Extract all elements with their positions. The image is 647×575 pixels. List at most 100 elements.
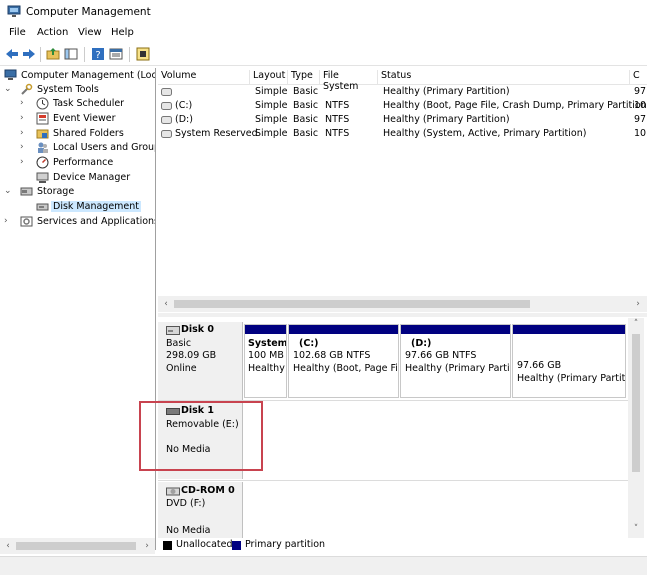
column-header-volume[interactable]: Volume [158,70,250,84]
scroll-up-icon[interactable]: ˄ [629,319,643,329]
column-header-layout[interactable]: Layout [250,70,288,84]
partition-unlabeled[interactable]: 97.66 GB Healthy (Primary Partiti [512,324,626,398]
back-icon[interactable] [5,47,19,61]
menu-help[interactable]: Help [111,27,134,38]
scroll-down-icon[interactable]: ˅ [629,524,643,534]
disk-status: No Media [166,525,211,536]
tree-item-performance[interactable]: › Performance [20,156,155,170]
cell-type: Basic [293,100,319,111]
disk-properties-icon[interactable] [136,47,150,61]
column-header-status[interactable]: Status [378,70,630,84]
volume-icon [161,102,172,110]
menu-view[interactable]: View [78,27,102,38]
chevron-down-icon[interactable]: ⌄ [4,186,13,196]
up-folder-icon[interactable] [46,47,60,61]
navigation-tree: Computer Management (Local ⌄ System Tool… [0,68,156,550]
volume-list-header: Volume Layout Type File System Status C [158,69,647,92]
cell-capacity: 97 [634,86,647,97]
tree-horizontal-scrollbar[interactable]: ‹ › [0,538,155,554]
cell-status: Healthy (Primary Partition) [383,114,510,125]
tree-label: Disk Management [51,201,142,212]
computer-management-icon [7,5,21,17]
cdrom-0-info[interactable]: CD-ROM 0 DVD (F:) No Media [158,482,243,538]
cell-type: Basic [293,128,319,139]
cell-file-system: NTFS [325,100,350,111]
performance-icon [36,156,49,169]
menu-bar: File Action View Help [0,25,647,42]
tree-item-event-viewer[interactable]: › Event Viewer [20,112,155,126]
tree-item-task-scheduler[interactable]: › Task Scheduler [20,97,155,111]
show-hide-tree-icon[interactable] [64,47,78,61]
menu-file[interactable]: File [9,27,26,38]
tree-item-services-applications[interactable]: › Services and Applications [4,215,156,229]
chevron-right-icon[interactable]: › [20,142,29,152]
tree-label: Performance [53,157,114,168]
chevron-right-icon[interactable]: › [20,128,29,138]
cell-layout: Simple [255,86,288,97]
partition-status: Healthy (Primary Partiti [517,373,626,384]
table-row[interactable]: (D:) Simple Basic NTFS Healthy (Primary … [158,113,647,127]
cell-type: Basic [293,86,319,97]
table-row[interactable]: System Reserved Simple Basic NTFS Health… [158,127,647,141]
pane-splitter[interactable] [158,313,647,317]
help-icon[interactable]: ? [91,47,105,61]
partition-status: Healthy (Primary Partiti [405,363,511,374]
scroll-right-icon[interactable]: › [631,299,645,309]
unallocated-swatch [163,541,172,550]
chevron-right-icon[interactable]: › [4,216,13,226]
column-header-type[interactable]: Type [288,70,320,84]
tree-item-local-users-groups[interactable]: › Local Users and Groups [20,141,155,155]
partition-c[interactable]: (C:) 102.68 GB NTFS Healthy (Boot, Page … [288,324,399,398]
tree-label: Services and Applications [37,216,156,227]
clock-icon [36,97,49,110]
disk-management-icon [36,203,49,211]
cell-capacity: 10 [634,100,647,111]
scroll-left-icon[interactable]: ‹ [159,299,173,309]
toolbar: ? [0,43,647,66]
scroll-right-icon[interactable]: › [140,541,154,551]
chevron-right-icon[interactable]: › [20,113,29,123]
tree-label: Task Scheduler [53,98,125,109]
partition-status: Healthy (Boot, Page Fil [293,363,399,374]
storage-icon [20,187,33,196]
scroll-left-icon[interactable]: ‹ [1,541,15,551]
disk-icon [166,326,180,335]
menu-action[interactable]: Action [37,27,68,38]
disk-0-info[interactable]: Disk 0 Basic 298.09 GB Online [158,322,243,400]
device-manager-icon [36,172,49,183]
partition-name: System [248,338,287,349]
partition-size: 100 MB [248,350,284,361]
table-row[interactable]: (C:) Simple Basic NTFS Healthy (Boot, Pa… [158,99,647,113]
cell-type: Basic [293,114,319,125]
tree-item-disk-management[interactable]: Disk Management [36,200,155,214]
partition-name: (C:) [299,338,319,349]
cell-volume: (C:) [175,100,193,111]
disk-view-vertical-scrollbar[interactable]: ˄ ˅ [628,318,644,538]
column-header-capacity[interactable]: C [630,70,647,84]
chevron-right-icon[interactable]: › [20,98,29,108]
event-viewer-icon [36,112,49,125]
primary-partition-swatch [232,541,241,550]
tree-item-storage[interactable]: ⌄ Storage [4,185,154,199]
disk-size: 298.09 GB [166,350,217,361]
partition-size: 102.68 GB NTFS [293,350,371,361]
table-row[interactable]: Simple Basic Healthy (Primary Partition)… [158,85,647,99]
tree-item-computer-management[interactable]: Computer Management (Local [4,69,155,83]
column-header-file-system[interactable]: File System [320,70,378,92]
chevron-down-icon[interactable]: ⌄ [4,84,13,94]
tree-item-system-tools[interactable]: ⌄ System Tools [4,83,154,97]
chevron-right-icon[interactable]: › [20,157,29,167]
properties-icon[interactable] [109,47,123,61]
partition-status: Healthy [248,363,285,374]
partition-system-reserved[interactable]: System 100 MB Healthy [244,324,287,398]
tree-item-shared-folders[interactable]: › Shared Folders [20,127,155,141]
disk-name: Disk 0 [181,324,215,335]
cell-file-system: NTFS [325,128,350,139]
volume-list-horizontal-scrollbar[interactable]: ‹ › [158,296,647,312]
disk-type: DVD (F:) [166,498,206,509]
tree-label: Event Viewer [53,113,116,124]
cell-volume: System Reserved [175,128,258,139]
forward-icon[interactable] [22,47,36,61]
tree-item-device-manager[interactable]: Device Manager [36,171,155,185]
partition-d[interactable]: (D:) 97.66 GB NTFS Healthy (Primary Part… [400,324,511,398]
